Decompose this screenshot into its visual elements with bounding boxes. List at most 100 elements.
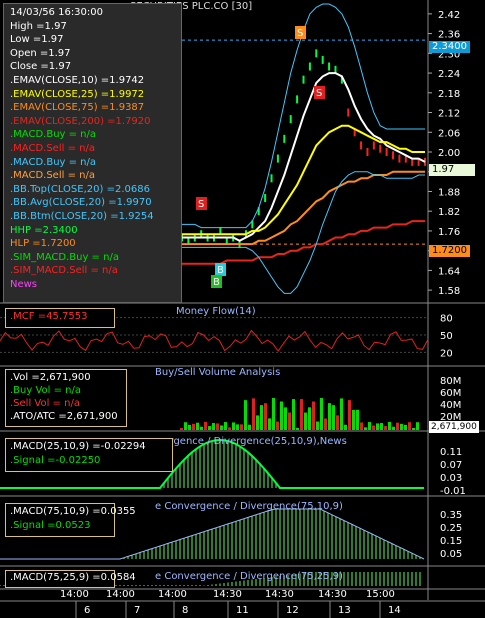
volume-bar <box>416 422 419 430</box>
signal-badge-text: S <box>297 28 303 39</box>
volume-bar <box>240 424 243 430</box>
volume-bar <box>212 423 215 430</box>
volume-bar <box>232 422 235 430</box>
volume-bar <box>180 428 183 430</box>
mfi-tick-label: 50 <box>440 331 453 342</box>
macd1-tick-label: 0.07 <box>440 460 462 471</box>
volume-bar <box>276 421 279 430</box>
info-row: .EMAV(CLOSE,25) =1.9972 <box>10 88 145 100</box>
volume-bar <box>216 423 219 430</box>
price-tick-label: 2.00 <box>438 148 460 159</box>
macd2-tick-label: 0.15 <box>440 536 462 547</box>
volume-bar <box>396 422 399 430</box>
price-tick-label: 1.76 <box>438 227 460 238</box>
price-tick-label: 2.24 <box>438 69 460 80</box>
macd3-title: e Convergence / Divergence(75,25,9) <box>155 571 343 582</box>
macd1-value-box: .MACD(25,10,9) =-0.02294 .Signal =-0.022… <box>5 438 173 472</box>
day-label: 14 <box>388 605 401 616</box>
volume-value-box: .Vol =2,671,900 .Buy Vol = n/a .Sell Vol… <box>5 369 127 427</box>
volume-bar <box>404 424 407 430</box>
volume-bar <box>192 423 195 430</box>
info-row: .EMAV(CLOSE,200) =1.7920 <box>10 115 151 127</box>
volume-bar <box>312 401 315 430</box>
volume-tick-label: 80M <box>440 376 461 387</box>
volume-bar <box>336 415 339 430</box>
volume-bar <box>204 422 207 430</box>
volume-bar <box>292 399 295 430</box>
volume-bar <box>392 426 395 430</box>
price-tick-label: 2.42 <box>438 10 460 21</box>
volume-bar <box>280 401 283 430</box>
price-tick-label: 1.58 <box>438 286 460 297</box>
volume-bar <box>236 424 239 430</box>
volume-bar <box>208 426 211 430</box>
day-label: 6 <box>84 605 90 616</box>
info-row: Close =1.97 <box>10 61 72 73</box>
mfi-tick-label: 20 <box>440 348 453 359</box>
volume-bar <box>224 422 227 430</box>
macd2-signal: .Signal =0.0523 <box>10 520 91 531</box>
day-label: 13 <box>338 605 351 616</box>
macd1-tick-label: -0.01 <box>440 486 466 497</box>
day-label: 11 <box>236 605 249 616</box>
volume-bar <box>360 422 363 430</box>
volume-bar <box>252 398 255 430</box>
info-row: .MACD.Buy = n/a <box>10 129 97 141</box>
info-row: Open =1.97 <box>10 47 71 59</box>
info-legend-box: 14/03/56 16:30:00 High =1.97 Low =1.97 Open… <box>3 3 182 303</box>
price-tick-label: 2.06 <box>438 128 460 139</box>
macd2-value-box: .MACD(75,10,9) =0.0355 .Signal =0.0523 <box>5 503 136 537</box>
info-row: .EMAV(CLOSE,10) =1.9742 <box>10 75 145 86</box>
macd1-tick-label: 0.03 <box>440 473 462 484</box>
volume-bar <box>196 422 199 430</box>
hlp-price-label: 1.7200 <box>429 245 470 257</box>
signal-badge-text: B <box>213 277 220 288</box>
volume-bar <box>300 399 303 430</box>
price-tick-label: 2.18 <box>438 89 460 100</box>
time-label: 14:00 <box>60 589 89 600</box>
ato-atc-row: .ATO/ATC =2,671,900 <box>10 411 118 422</box>
sell-vol-row: .Sell Vol = n/a <box>10 398 80 409</box>
signal-badge-text: S <box>198 199 204 210</box>
last-price-label: 1.97 <box>429 164 475 176</box>
volume-bar <box>356 409 359 430</box>
mfi-line <box>0 329 429 352</box>
info-row: HHP =2.3400 <box>10 224 78 236</box>
volume-tick-label: 60M <box>440 388 461 399</box>
volume-bar <box>184 422 187 430</box>
volume-bar <box>260 405 263 430</box>
macd1-signal: .Signal =-0.02250 <box>10 455 101 466</box>
volume-bar <box>304 412 307 430</box>
volume-bar <box>256 415 259 430</box>
day-label: 8 <box>182 605 188 616</box>
info-row: .MACD.Sell = n/a <box>10 170 95 182</box>
time-label: 15:00 <box>366 589 395 600</box>
macd2-tick-label: 0.05 <box>440 549 462 560</box>
volume-bar <box>332 405 335 430</box>
info-row: .EMAV(CLOSE,75) =1.9387 <box>10 102 145 114</box>
mfi-value-box: .MCF =45.7553 <box>5 308 115 328</box>
volume-bar <box>296 427 299 430</box>
volume-bar <box>268 418 271 430</box>
volume-bar <box>372 425 375 430</box>
macd3-value: .MACD(75,25,9) =0.0584 <box>10 572 136 583</box>
volume-bar <box>308 407 311 430</box>
volume-bar <box>228 427 231 430</box>
macd3-value-box: .MACD(75,25,9) =0.0584 <box>5 570 136 588</box>
time-label: 14:30 <box>265 589 294 600</box>
price-tick-label: 1.82 <box>438 207 460 218</box>
price-tick-label: 2.12 <box>438 109 460 120</box>
info-row: HLP =1.7200 <box>10 238 76 250</box>
info-row: 14/03/56 16:30:00 <box>10 7 104 18</box>
vol-row: .Vol =2,671,900 <box>10 372 91 383</box>
volume-bar <box>288 412 291 430</box>
volume-bar <box>376 423 379 430</box>
volume-bar <box>384 426 387 430</box>
volume-bar <box>388 422 391 430</box>
volume-bar <box>352 409 355 430</box>
volume-bar <box>220 425 223 430</box>
macd1-tick-label: 0.11 <box>440 447 462 458</box>
macd2-title: e Convergence / Divergence(75,10,9) <box>155 501 343 512</box>
mfi-tick-label: 80 <box>440 314 453 325</box>
volume-bar <box>248 424 251 430</box>
